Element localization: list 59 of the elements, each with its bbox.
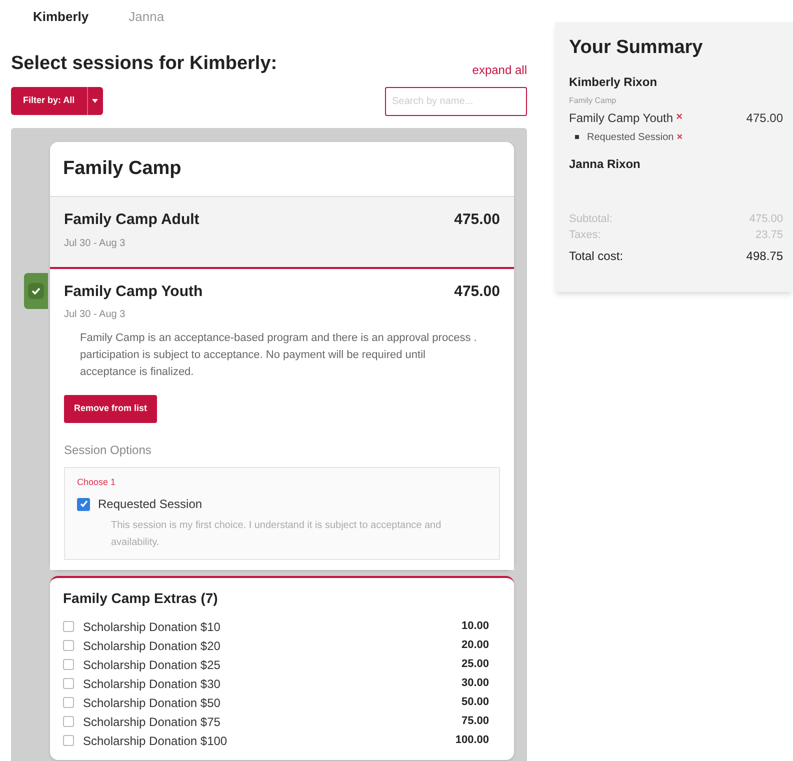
caret-icon <box>92 99 98 103</box>
extra-label[interactable]: Scholarship Donation $25 <box>83 656 462 674</box>
summary-item: Family Camp Youth <box>569 110 674 126</box>
session-dates: Jul 30 - Aug 3 <box>64 236 126 250</box>
checkbox[interactable] <box>63 640 74 651</box>
program-name: Family Camp <box>569 94 618 106</box>
checkbox[interactable] <box>63 621 74 632</box>
session-price: 475.00 <box>454 282 500 302</box>
bullet-icon <box>575 135 579 139</box>
person-tab[interactable]: Kimberly <box>33 7 89 32</box>
option-note: This session is my first choice. I understand it is subject to acceptance and availability. <box>110 519 442 550</box>
session-name[interactable]: Family Camp Youth <box>64 280 203 303</box>
choose-label: Choose 1 <box>77 476 117 488</box>
camp-title: Family Camp <box>62 156 182 180</box>
checkbox[interactable] <box>77 498 90 510</box>
person-name: Janna Rixon <box>569 156 642 172</box>
total-label: Subtotal: <box>569 212 612 226</box>
extra-price: 30.00 <box>461 676 489 692</box>
extra-label[interactable]: Scholarship Donation $50 <box>83 694 462 712</box>
extra-label[interactable]: Scholarship Donation $20 <box>83 636 462 654</box>
extra-label[interactable]: Scholarship Donation $10 <box>83 618 462 636</box>
checkbox[interactable] <box>63 735 74 746</box>
extra-price: 10.00 <box>461 619 489 634</box>
summary-option: Requested Session <box>587 130 674 144</box>
extras-title: Family Camp Extras (7) <box>63 589 219 608</box>
extra-label[interactable]: Scholarship Donation $100 <box>83 732 456 750</box>
session-price: 475.00 <box>454 210 500 230</box>
check-icon <box>80 500 88 508</box>
session-name[interactable]: Family Camp Adult <box>64 209 200 232</box>
extra-label[interactable]: Scholarship Donation $30 <box>83 674 462 692</box>
extra-price: 25.00 <box>461 657 489 672</box>
total-value: 498.75 <box>746 248 783 264</box>
session-dates: Jul 30 - Aug 3 <box>64 308 126 322</box>
session-row[interactable]: Family Camp Adult 475.00 Jul 30 - Aug 3 <box>50 196 514 266</box>
session-description: Family Camp is an acceptance-based program and there is an approval process . participation is subject to acceptance. No payment will be required until acceptance is finalized. <box>79 331 478 380</box>
filter-button[interactable]: Filter by: All <box>11 87 103 115</box>
checkbox[interactable] <box>63 697 74 708</box>
checkbox[interactable] <box>63 659 74 670</box>
session-options-title: Session Options <box>64 442 152 458</box>
summary-title: Your Summary <box>569 36 704 60</box>
checkbox[interactable] <box>63 716 74 727</box>
total-value: 475.00 <box>749 212 783 226</box>
extra-price: 20.00 <box>461 638 489 654</box>
total-value: 23.75 <box>755 228 783 243</box>
extra-label[interactable]: Scholarship Donation $75 <box>83 712 462 730</box>
total-label: Total cost: <box>569 248 624 264</box>
remove-icon[interactable]: × <box>676 109 682 126</box>
summary-price: 475.00 <box>746 110 783 126</box>
extra-price: 50.00 <box>461 695 489 710</box>
remove-icon[interactable]: × <box>676 130 683 144</box>
expand-all-link[interactable]: expand all <box>472 60 527 78</box>
option-label[interactable]: Requested Session <box>98 495 202 513</box>
extra-price: 100.00 <box>455 733 489 748</box>
total-label: Taxes: <box>569 228 601 243</box>
person-name: Kimberly Rixon <box>569 74 658 90</box>
extra-price: 75.00 <box>461 714 489 730</box>
page-heading: Select sessions for Kimberly: <box>11 52 278 76</box>
remove-button[interactable]: Remove from list <box>64 395 158 422</box>
checkbox[interactable] <box>63 678 74 689</box>
